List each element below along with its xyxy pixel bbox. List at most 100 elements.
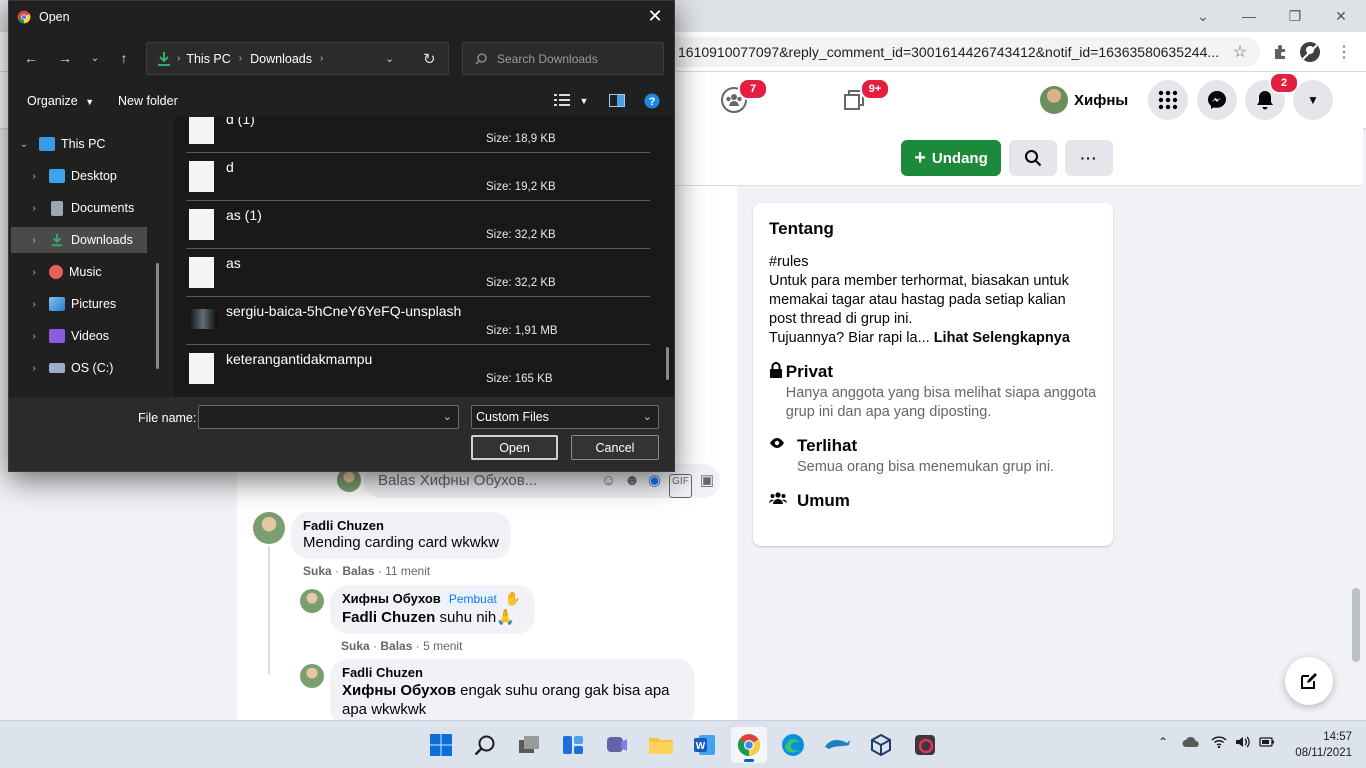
chevron-down-icon[interactable]: ⌄ xyxy=(17,139,31,150)
tree-item-downloads[interactable]: › Downloads xyxy=(11,227,147,253)
menu-button[interactable] xyxy=(1148,80,1188,120)
rules-tag[interactable]: #rules xyxy=(769,253,1097,272)
tree-item-this-pc[interactable]: ⌄ This PC xyxy=(11,131,147,157)
file-explorer-button[interactable] xyxy=(643,727,679,763)
chevron-right-icon[interactable]: › xyxy=(27,267,41,278)
comment-author[interactable]: Fadli Chuzen xyxy=(303,518,499,533)
minimize-button[interactable]: ⌄ xyxy=(1180,4,1226,28)
comment-author[interactable]: Fadli Chuzen xyxy=(342,665,683,680)
chevron-down-icon[interactable]: ⌄ xyxy=(443,410,452,423)
browser-menu-icon[interactable]: ⋮ xyxy=(1333,41,1355,63)
extensions-icon[interactable] xyxy=(1269,41,1291,63)
tree-item-videos[interactable]: › Videos xyxy=(11,323,147,349)
dolphin-app-button[interactable] xyxy=(819,727,855,763)
help-button[interactable]: ? xyxy=(644,93,660,112)
battery-icon[interactable] xyxy=(1259,735,1275,751)
comment-author[interactable]: Хифны Обухов xyxy=(342,591,441,606)
comment-time[interactable]: 11 menit xyxy=(385,564,430,578)
group-search-button[interactable] xyxy=(1009,140,1057,176)
tree-item-pictures[interactable]: › Pictures xyxy=(11,291,147,317)
recent-locations-button[interactable]: ⌄ xyxy=(83,45,107,71)
edge-button[interactable] xyxy=(775,727,811,763)
word-button[interactable]: W xyxy=(687,727,723,763)
caret-down-icon: ▼ xyxy=(1307,93,1319,107)
tree-item-desktop[interactable]: › Desktop xyxy=(11,163,147,189)
wifi-icon[interactable] xyxy=(1211,735,1227,752)
task-view-button[interactable] xyxy=(511,727,547,763)
breadcrumb-downloads[interactable]: Downloads xyxy=(250,52,312,66)
file-row[interactable]: d Size: 19,2 KB xyxy=(186,153,650,201)
cancel-button[interactable]: Cancel xyxy=(571,435,659,460)
taskbar: W ⌃ 14:57 08/11/2021 xyxy=(0,720,1366,768)
file-row[interactable]: sergiu-baica-5hCneY6YeFQ-unsplash Size: … xyxy=(186,297,650,345)
groups-nav-button[interactable]: 7 xyxy=(714,78,768,118)
organize-button[interactable]: Organize ▼ xyxy=(27,94,94,108)
preview-pane-button[interactable] xyxy=(609,94,625,110)
recorder-app-button[interactable] xyxy=(907,727,943,763)
chrome-button[interactable] xyxy=(731,727,767,763)
volume-icon[interactable] xyxy=(1235,735,1251,752)
chevron-right-icon[interactable]: › xyxy=(27,331,41,342)
tree-item-os-c[interactable]: › OS (C:) xyxy=(11,355,147,381)
breadcrumb-this-pc[interactable]: This PC xyxy=(186,52,230,66)
more-options-button[interactable]: ··· xyxy=(1065,140,1113,176)
chevron-right-icon[interactable]: › xyxy=(27,299,41,310)
bookmark-star-icon[interactable]: ☆ xyxy=(1229,41,1251,63)
breadcrumb[interactable]: › This PC › Downloads › ⌄ ↻ xyxy=(146,42,449,75)
file-type-select[interactable]: Custom Files ⌄ xyxy=(471,405,659,429)
like-link[interactable]: Suka xyxy=(341,639,370,653)
comment-time[interactable]: 5 menit xyxy=(423,639,462,653)
virtualbox-button[interactable] xyxy=(863,727,899,763)
new-folder-button[interactable]: New folder xyxy=(118,94,178,108)
profile-avatar-icon[interactable] xyxy=(1299,41,1321,63)
teams-chat-button[interactable] xyxy=(599,727,635,763)
reply-link[interactable]: Balas xyxy=(342,564,374,578)
file-row[interactable]: as (1) Size: 32,2 KB xyxy=(186,201,650,249)
see-more-link[interactable]: Lihat Selengkapnya xyxy=(934,330,1070,346)
file-list-scrollbar[interactable] xyxy=(666,347,669,380)
maximize-button[interactable]: ❐ xyxy=(1272,4,1318,28)
search-downloads-input[interactable]: Search Downloads xyxy=(462,42,664,75)
new-message-button[interactable] xyxy=(1285,657,1333,705)
profile-shortcut[interactable]: Хифны xyxy=(1040,82,1128,118)
chevron-right-icon[interactable]: › xyxy=(27,363,41,374)
widgets-button[interactable] xyxy=(555,727,591,763)
reply-link[interactable]: Balas xyxy=(380,639,412,653)
open-button[interactable]: Open xyxy=(471,435,558,460)
sticker-icon[interactable]: ▣ xyxy=(700,464,714,498)
gif-icon[interactable]: GIF xyxy=(669,474,692,498)
dialog-close-button[interactable]: ✕ xyxy=(640,2,670,30)
tray-overflow-icon[interactable]: ⌃ xyxy=(1158,735,1168,749)
refresh-icon[interactable]: ↻ xyxy=(423,50,436,68)
file-row[interactable]: d (1) Size: 18,9 KB xyxy=(186,117,650,153)
close-window-button[interactable]: ✕ xyxy=(1318,4,1364,28)
account-button[interactable]: ▼ xyxy=(1293,80,1333,120)
file-name-input[interactable]: ⌄ xyxy=(198,405,459,429)
tree-item-music[interactable]: › Music xyxy=(11,259,147,285)
tree-item-documents[interactable]: › Documents xyxy=(11,195,147,221)
taskbar-search-button[interactable] xyxy=(467,727,503,763)
mention-link[interactable]: Хифны Обухов xyxy=(342,682,456,699)
address-dropdown-icon[interactable]: ⌄ xyxy=(385,52,394,65)
page-scrollbar[interactable] xyxy=(1352,588,1360,662)
file-row[interactable]: keterangantidakmampu Size: 165 KB xyxy=(186,345,650,393)
navigation-scrollbar[interactable] xyxy=(156,263,159,369)
chevron-right-icon[interactable]: › xyxy=(27,171,41,182)
chevron-right-icon[interactable]: › xyxy=(27,235,41,246)
invite-button[interactable]: + Undang xyxy=(901,140,1001,176)
like-link[interactable]: Suka xyxy=(303,564,332,578)
system-clock[interactable]: 14:57 08/11/2021 xyxy=(1295,729,1352,761)
restore-down-button[interactable]: — xyxy=(1226,4,1272,28)
back-button[interactable]: ← xyxy=(19,45,43,71)
up-button[interactable]: ↑ xyxy=(112,45,136,71)
forward-button[interactable]: → xyxy=(53,45,77,71)
change-view-button[interactable]: ▼ xyxy=(554,93,588,110)
start-button[interactable] xyxy=(423,727,459,763)
chevron-right-icon[interactable]: › xyxy=(27,203,41,214)
onedrive-icon[interactable] xyxy=(1182,735,1200,751)
notifications-button[interactable]: 2 xyxy=(1245,72,1299,120)
messenger-button[interactable] xyxy=(1197,80,1237,120)
mention-link[interactable]: Fadli Chuzen xyxy=(342,609,435,626)
file-row[interactable]: as Size: 32,2 KB xyxy=(186,249,650,297)
pages-nav-button[interactable]: 9+ xyxy=(834,78,890,118)
